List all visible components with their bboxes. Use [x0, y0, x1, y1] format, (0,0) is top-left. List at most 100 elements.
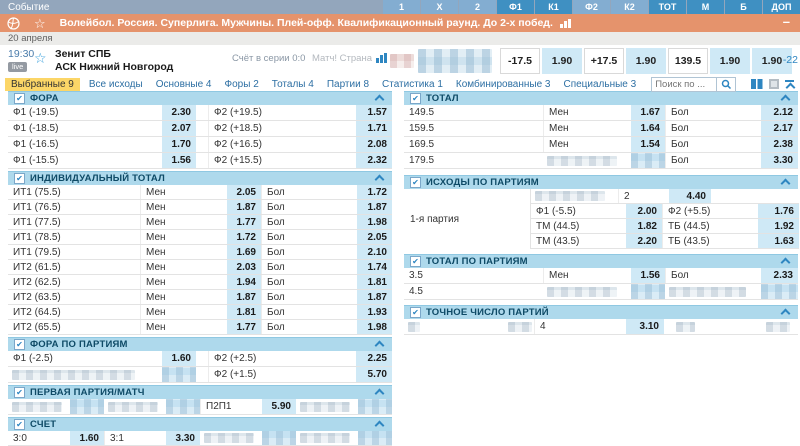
odds-value[interactable]: 1.98	[357, 215, 392, 229]
favorite-star-icon[interactable]: ☆	[34, 17, 46, 30]
section-header[interactable]: ✔ФОРА	[8, 91, 392, 105]
odds-value[interactable]: 1.54	[631, 137, 665, 152]
market-column-Ф1[interactable]: Ф1	[497, 0, 534, 14]
odds-value[interactable]: 2.38	[761, 137, 798, 152]
more-markets-count[interactable]: -22	[783, 54, 798, 66]
odds-value[interactable]: 2.05	[227, 185, 261, 199]
odds-value[interactable]: 4.40	[669, 189, 711, 203]
market-column-X[interactable]: X	[421, 0, 458, 14]
odds-value[interactable]: 2.17	[761, 121, 798, 136]
match-odds-cell[interactable]: 139.5	[668, 48, 708, 74]
collapse-all-icon[interactable]	[785, 80, 794, 89]
market-column-М[interactable]: М	[687, 0, 724, 14]
chevron-up-icon[interactable]	[781, 258, 791, 268]
search-icon[interactable]	[716, 78, 735, 91]
odds-value[interactable]: 1.77	[227, 215, 261, 229]
odds-value[interactable]: 1.60	[162, 351, 196, 366]
one-column-view-icon[interactable]	[769, 79, 779, 89]
odds-value[interactable]: 1.56	[162, 153, 196, 168]
odds-value[interactable]: 2.32	[356, 153, 392, 168]
censored-odds[interactable]	[761, 284, 798, 299]
section-header[interactable]: ✔ТОТАЛ	[404, 91, 798, 105]
two-column-view-icon[interactable]	[751, 79, 763, 89]
odds-value[interactable]: 1.57	[356, 105, 392, 120]
odds-value[interactable]: 1.56	[631, 268, 665, 283]
league-bar[interactable]: ☆ Волейбол. Россия. Суперлига. Мужчины. …	[0, 14, 800, 32]
odds-value[interactable]: 3.30	[761, 153, 798, 168]
chevron-up-icon[interactable]	[781, 309, 791, 319]
odds-value[interactable]: 1.77	[227, 320, 261, 334]
odds-value[interactable]: 2.00	[626, 204, 662, 218]
match-odds-cell[interactable]: 1.90	[626, 48, 666, 74]
section-header[interactable]: ✔ТОЧНОЕ ЧИСЛО ПАРТИЙ	[404, 305, 798, 319]
odds-value[interactable]: 1.72	[357, 185, 392, 199]
market-tab[interactable]: Все исходы	[89, 79, 143, 90]
match-odds-cell[interactable]: +17.5	[584, 48, 624, 74]
chevron-up-icon[interactable]	[375, 421, 385, 431]
market-column-2[interactable]: 2	[459, 0, 496, 14]
censored-odds[interactable]	[358, 431, 392, 445]
odds-value[interactable]: 1.74	[357, 260, 392, 274]
market-column-К2[interactable]: К2	[611, 0, 648, 14]
odds-value[interactable]: 1.81	[227, 305, 261, 319]
section-checkbox[interactable]: ✔	[14, 93, 25, 104]
censored-odds[interactable]	[162, 367, 196, 382]
market-column-1[interactable]: 1	[383, 0, 420, 14]
market-tab[interactable]: Специальные 3	[563, 79, 636, 90]
section-header[interactable]: ✔ФОРА ПО ПАРТИЯМ	[8, 337, 392, 351]
market-tab[interactable]: Партии 8	[327, 79, 369, 90]
odds-value[interactable]: 1.72	[227, 230, 261, 244]
section-header[interactable]: ✔ИСХОДЫ ПО ПАРТИЯМ	[404, 175, 798, 189]
odds-value[interactable]: 2.33	[761, 268, 798, 283]
chevron-up-icon[interactable]	[375, 95, 385, 105]
search-input[interactable]	[652, 79, 716, 90]
match-teams[interactable]: Зенит СПБ АСК Нижний Новгород	[55, 48, 173, 74]
section-checkbox[interactable]: ✔	[410, 93, 421, 104]
section-checkbox[interactable]: ✔	[410, 177, 421, 188]
odds-value[interactable]: 1.71	[356, 121, 392, 136]
match-odds-cell[interactable]: 1.90	[542, 48, 582, 74]
odds-value[interactable]: 1.87	[227, 200, 261, 214]
odds-value[interactable]: 1.93	[357, 305, 392, 319]
market-column-ДОП[interactable]: ДОП	[763, 0, 800, 14]
odds-value[interactable]: 1.98	[357, 320, 392, 334]
odds-value[interactable]: 3.10	[626, 319, 664, 334]
section-checkbox[interactable]: ✔	[14, 419, 25, 430]
odds-value[interactable]: 1.81	[357, 275, 392, 289]
odds-value[interactable]: 1.92	[758, 219, 799, 233]
collapse-league-icon[interactable]: –	[783, 14, 790, 29]
odds-value[interactable]: 5.90	[262, 399, 296, 414]
match-odds-cell[interactable]: 1.90	[710, 48, 750, 74]
market-tab[interactable]: Комбинированные 3	[456, 79, 551, 90]
section-checkbox[interactable]: ✔	[14, 387, 25, 398]
market-tab[interactable]: Статистика 1	[382, 79, 443, 90]
censored-odds[interactable]	[631, 153, 665, 168]
chevron-up-icon[interactable]	[781, 95, 791, 105]
censored-odds[interactable]	[166, 399, 200, 414]
market-column-ТОТ[interactable]: ТОТ	[649, 0, 686, 14]
odds-value[interactable]: 1.87	[357, 290, 392, 304]
section-checkbox[interactable]: ✔	[410, 256, 421, 267]
market-tab[interactable]: Тоталы 4	[272, 79, 314, 90]
odds-value[interactable]: 1.94	[227, 275, 261, 289]
odds-value[interactable]: 2.12	[761, 105, 798, 120]
match-favorite-star-icon[interactable]: ☆	[34, 51, 47, 65]
odds-value[interactable]: 1.67	[631, 105, 665, 120]
market-tab[interactable]: Форы 2	[225, 79, 259, 90]
section-checkbox[interactable]: ✔	[410, 307, 421, 318]
odds-value[interactable]: 1.60	[70, 431, 104, 445]
odds-value[interactable]: 1.82	[626, 219, 662, 233]
market-column-Ф2[interactable]: Ф2	[573, 0, 610, 14]
odds-value[interactable]: 2.20	[626, 234, 662, 248]
odds-value[interactable]: 2.30	[162, 105, 196, 120]
match-stats-icon[interactable]	[376, 53, 388, 63]
section-header[interactable]: ✔СЧЕТ	[8, 417, 392, 431]
odds-value[interactable]: 1.76	[758, 204, 799, 218]
match-odds-cell[interactable]: -17.5	[500, 48, 540, 74]
section-checkbox[interactable]: ✔	[14, 173, 25, 184]
section-header[interactable]: ✔ТОТАЛ ПО ПАРТИЯМ	[404, 254, 798, 268]
market-tab[interactable]: Выбранные 9	[5, 78, 80, 91]
chevron-up-icon[interactable]	[375, 341, 385, 351]
chevron-up-icon[interactable]	[375, 175, 385, 185]
chevron-up-icon[interactable]	[781, 179, 791, 189]
